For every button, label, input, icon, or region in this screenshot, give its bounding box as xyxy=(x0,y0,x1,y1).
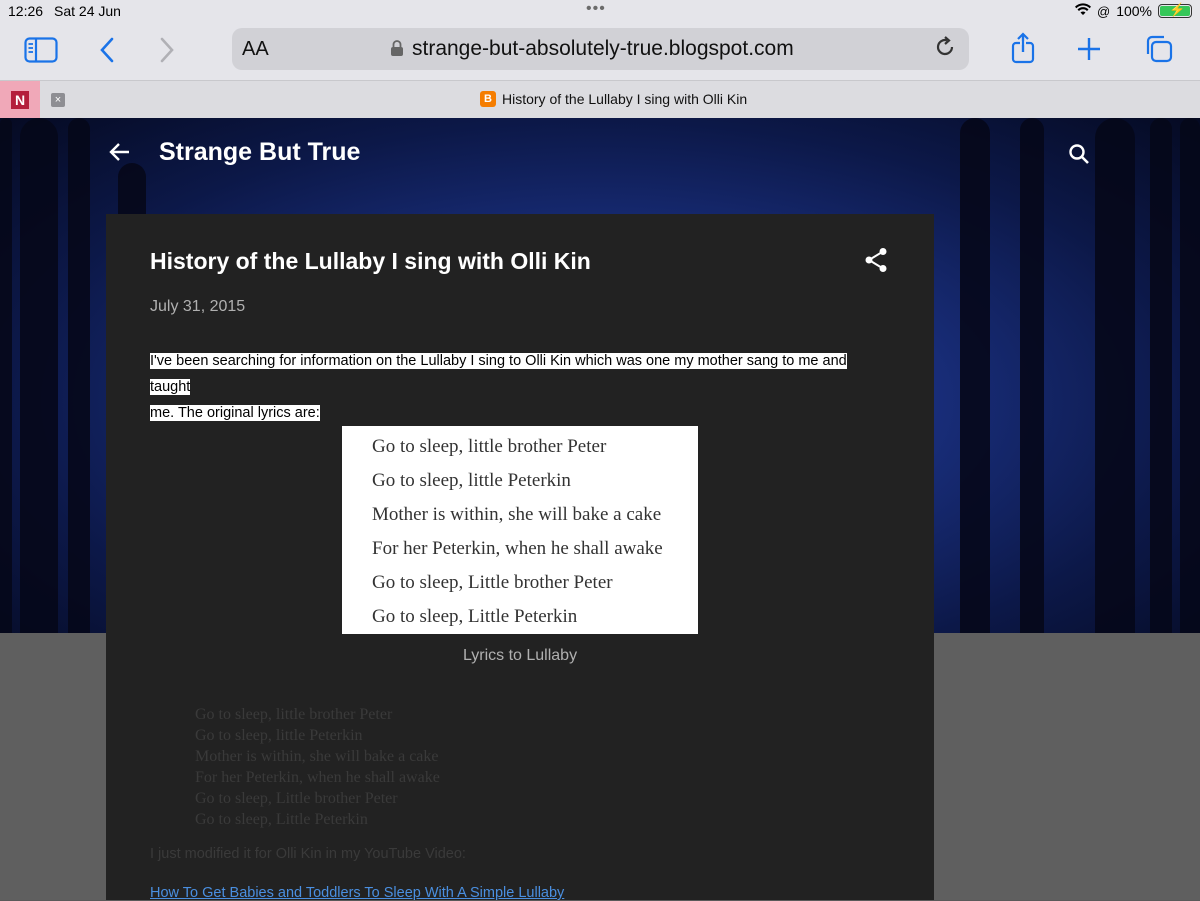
battery-icon: ⚡ xyxy=(1158,2,1192,18)
plus-icon[interactable] xyxy=(1076,36,1102,69)
youtube-video-link[interactable]: How To Get Babies and Toddlers To Sleep … xyxy=(150,885,564,901)
pinned-tab[interactable]: N xyxy=(0,81,40,118)
share-icon[interactable] xyxy=(1010,32,1036,71)
faded-lyric-line: Go to sleep, little brother Peter xyxy=(195,706,393,723)
address-bar[interactable]: AA strange-but-absolutely-true.blogspot.… xyxy=(232,28,969,70)
image-caption: Lyrics to Lullaby xyxy=(462,647,578,664)
pinned-tab-favicon: N xyxy=(11,91,29,109)
faded-lyric-line: Go to sleep, Little brother Peter xyxy=(195,790,398,807)
intro-line-1: I've been searching for information on t… xyxy=(150,353,847,395)
faded-lyric-line: Mother is within, she will bake a cake xyxy=(195,748,439,765)
lyric-line: Go to sleep, Little brother Peter xyxy=(372,572,613,593)
status-bar: 12:26 Sat 24 Jun ••• @ 100% ⚡ xyxy=(0,0,1200,24)
lyrics-text-block: Go to sleep, little brother Peter Go to … xyxy=(195,704,440,830)
faded-lyric-line: For her Peterkin, when he shall awake xyxy=(195,769,440,786)
lyric-line: Mother is within, she will bake a cake xyxy=(372,504,662,525)
blog-back-arrow-icon[interactable] xyxy=(108,140,132,171)
lyric-line: Go to sleep, little brother Peter xyxy=(372,436,607,457)
sidebar-icon[interactable] xyxy=(24,37,58,70)
tab-close-icon[interactable]: × xyxy=(51,93,65,107)
forward-icon[interactable] xyxy=(158,36,176,71)
rotation-lock-icon: @ xyxy=(1096,3,1111,19)
url-text[interactable]: strange-but-absolutely-true.blogspot.com xyxy=(412,37,794,61)
search-icon[interactable] xyxy=(1068,143,1090,171)
reload-icon[interactable] xyxy=(933,35,957,66)
lyric-line: Go to sleep, Little Peterkin xyxy=(372,606,578,627)
modified-text: I just modified it for Olli Kin in my Yo… xyxy=(150,846,466,862)
active-tab-title: History of the Lullaby I sing with Olli … xyxy=(502,91,748,107)
tabs-icon[interactable] xyxy=(1144,34,1174,71)
lock-icon xyxy=(390,40,404,62)
post-date: July 31, 2015 xyxy=(150,298,246,315)
lyric-line: Go to sleep, little Peterkin xyxy=(372,470,571,491)
post-share-icon[interactable] xyxy=(864,247,888,280)
post-intro: I've been searching for information on t… xyxy=(150,348,890,426)
status-date: Sat 24 Jun xyxy=(54,3,121,19)
status-right: @ 100% ⚡ xyxy=(1074,2,1192,19)
blogger-favicon-icon: B xyxy=(480,91,496,107)
faded-lyric-line: Go to sleep, Little Peterkin xyxy=(195,811,368,828)
back-icon[interactable] xyxy=(98,36,116,71)
battery-percent: 100% xyxy=(1116,3,1152,19)
browser-toolbar: AA strange-but-absolutely-true.blogspot.… xyxy=(0,24,1200,80)
reader-options-button[interactable]: AA xyxy=(242,38,269,61)
intro-line-2: me. The original lyrics are: xyxy=(150,405,320,421)
lyric-line: For her Peterkin, when he shall awake xyxy=(372,538,663,559)
multitasking-dots[interactable]: ••• xyxy=(586,0,606,18)
blog-title[interactable]: Strange But True xyxy=(159,138,360,167)
faded-lyric-line: Go to sleep, little Peterkin xyxy=(195,727,363,744)
wifi-icon xyxy=(1074,3,1091,19)
tab-bar: N × B History of the Lullaby I sing with… xyxy=(0,80,1200,118)
post-title: History of the Lullaby I sing with Olli … xyxy=(150,248,591,274)
active-tab[interactable]: B History of the Lullaby I sing with Oll… xyxy=(480,91,747,107)
post-card: History of the Lullaby I sing with Olli … xyxy=(106,214,934,901)
lyrics-image[interactable]: Go to sleep, little brother Peter Go to … xyxy=(342,426,698,634)
status-time: 12:26 xyxy=(8,3,44,19)
